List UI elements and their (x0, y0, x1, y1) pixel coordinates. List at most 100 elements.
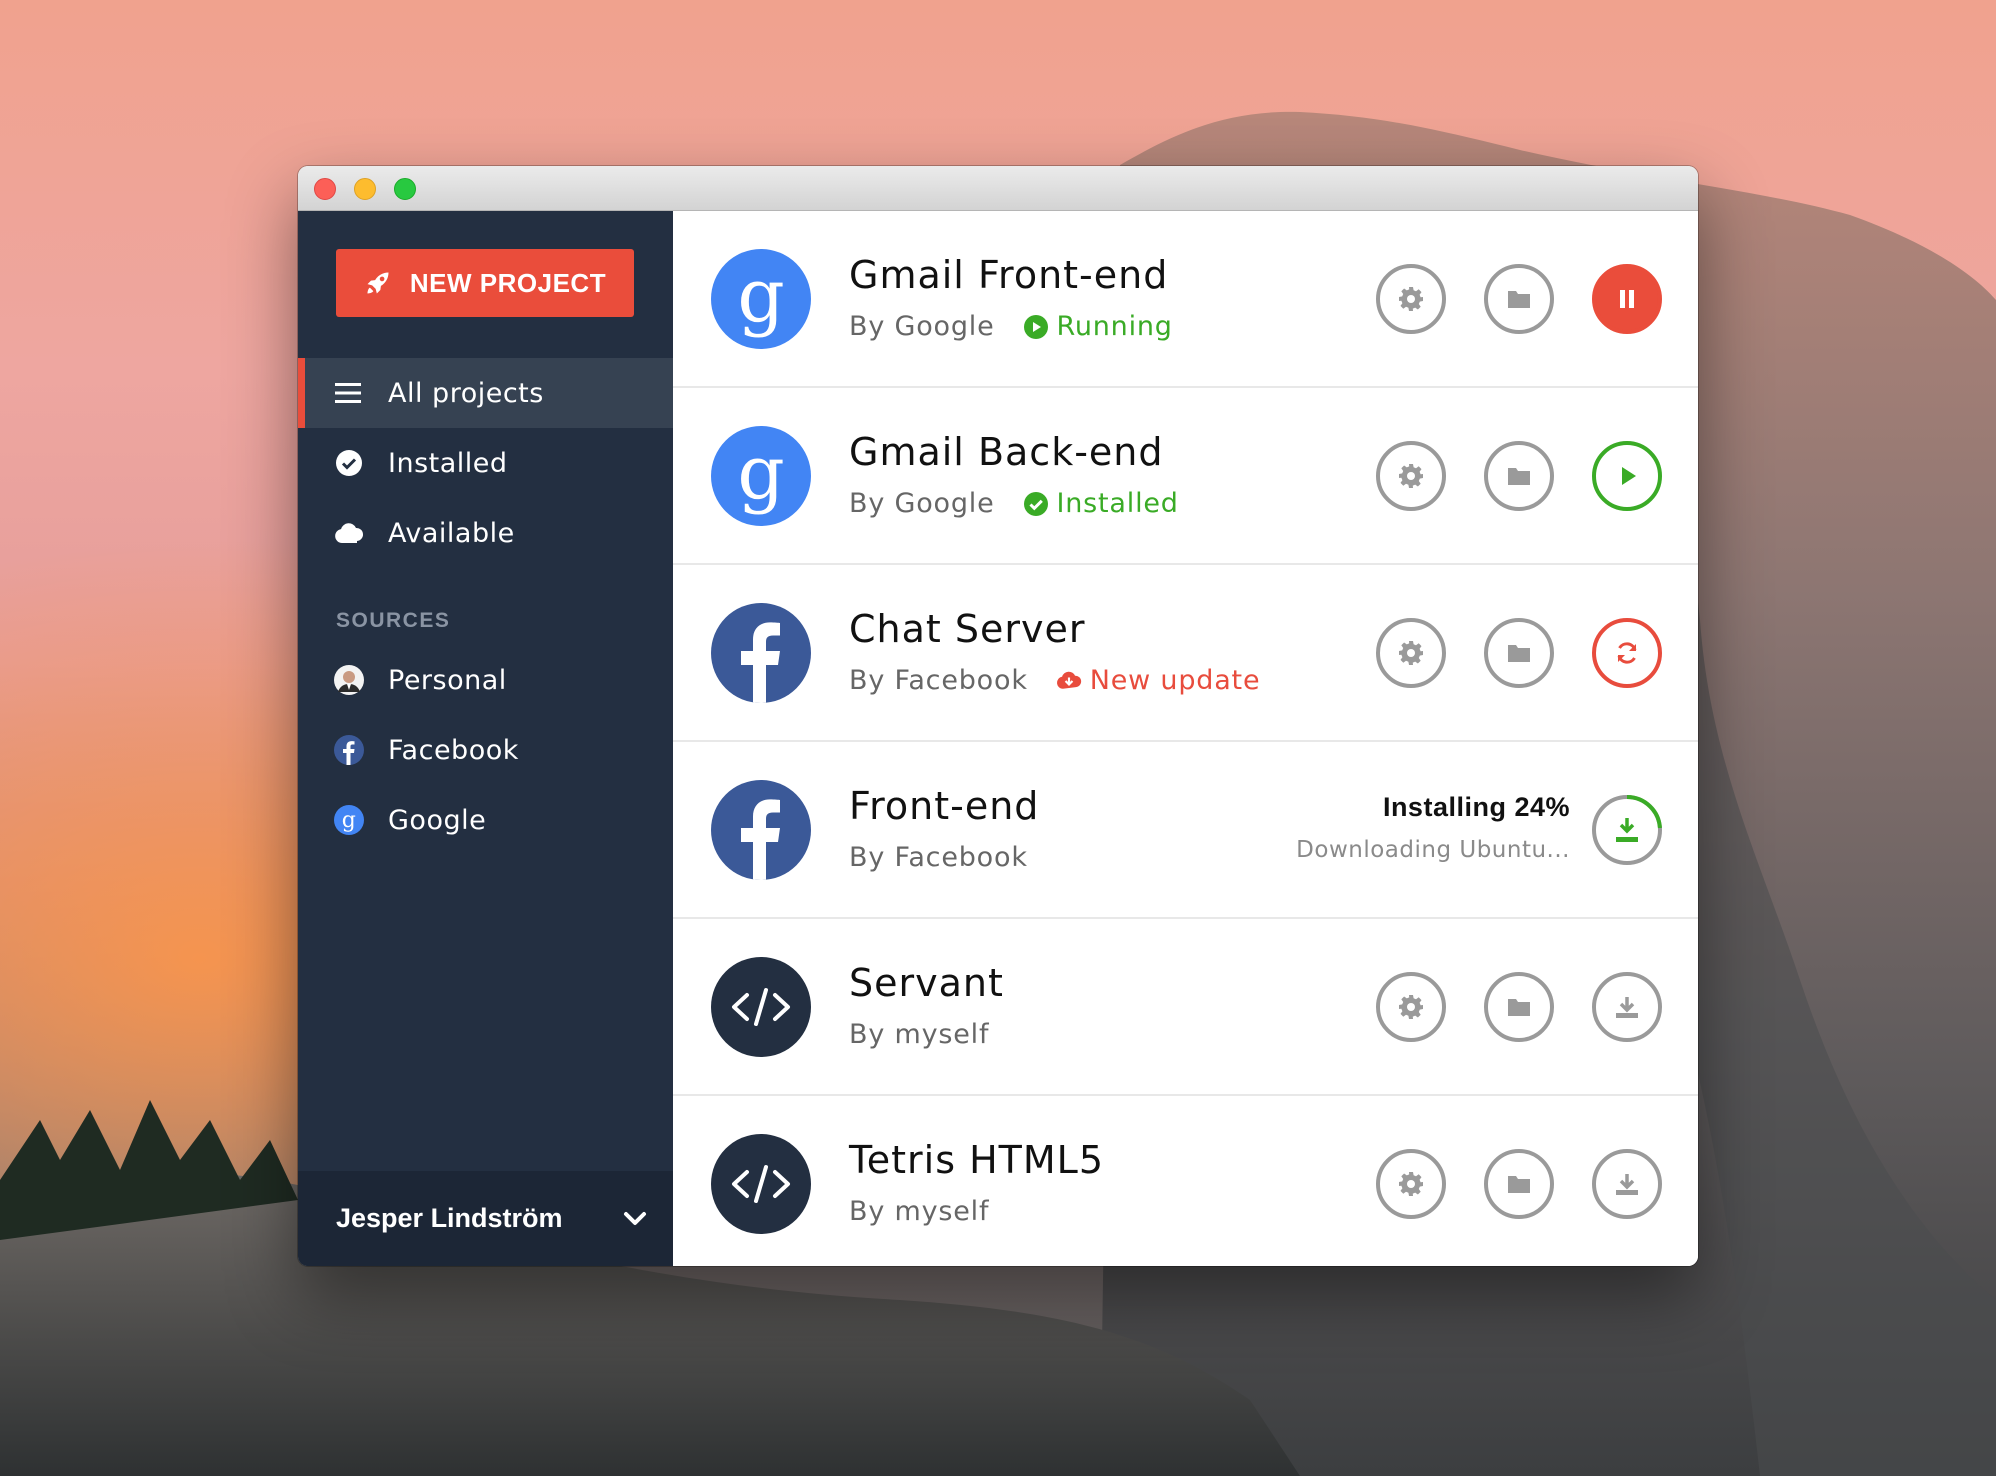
nav-available[interactable]: Available (298, 498, 673, 568)
project-author: By Facebook (849, 842, 1028, 873)
gear-icon (1399, 287, 1423, 311)
settings-button[interactable] (1376, 1149, 1446, 1219)
project-name: Chat Server (849, 607, 1086, 651)
folder-icon (1508, 999, 1530, 1016)
settings-button[interactable] (1376, 972, 1446, 1042)
open-folder-button[interactable] (1484, 618, 1554, 688)
download-icon (1616, 1174, 1638, 1195)
project-author: By myself (849, 1196, 990, 1227)
project-author: By Facebook (849, 665, 1028, 696)
pause-icon (1620, 290, 1634, 308)
gear-icon (1399, 995, 1423, 1019)
project-author: By Google (849, 311, 995, 342)
install-progress-ring[interactable] (1592, 795, 1662, 865)
open-folder-button[interactable] (1484, 441, 1554, 511)
pause-button[interactable] (1592, 264, 1662, 334)
source-facebook[interactable]: Facebook (298, 715, 673, 785)
open-folder-button[interactable] (1484, 264, 1554, 334)
download-button[interactable] (1592, 972, 1662, 1042)
folder-icon (1508, 291, 1530, 308)
sidebar: NEW PROJECT All projects Installed Avail… (298, 211, 673, 1266)
download-button[interactable] (1592, 1149, 1662, 1219)
code-icon (711, 957, 811, 1057)
project-name: Gmail Front-end (849, 253, 1169, 297)
user-name: Jesper Lindström (336, 1203, 563, 1233)
sources-heading: SOURCES (336, 609, 451, 632)
menu-icon (334, 378, 364, 408)
source-label: Facebook (388, 734, 519, 766)
google-logo-icon: g (711, 426, 811, 526)
play-icon (1622, 467, 1636, 485)
user-avatar-icon (334, 665, 364, 695)
project-row[interactable]: Tetris HTML5 By myself (673, 1096, 1698, 1266)
play-button[interactable] (1592, 441, 1662, 511)
gear-icon (1399, 641, 1423, 665)
app-window: NEW PROJECT All projects Installed Avail… (298, 166, 1698, 1266)
open-folder-button[interactable] (1484, 972, 1554, 1042)
settings-button[interactable] (1376, 441, 1446, 511)
svg-text:g: g (737, 253, 784, 339)
new-project-button[interactable]: NEW PROJECT (336, 249, 634, 317)
nav-label: Installed (388, 447, 508, 479)
facebook-logo-icon (711, 780, 811, 880)
project-name: Gmail Back-end (849, 430, 1164, 474)
refresh-icon (1617, 642, 1637, 664)
facebook-icon (334, 735, 364, 765)
new-project-label: NEW PROJECT (409, 267, 607, 298)
settings-button[interactable] (1376, 264, 1446, 334)
download-icon (1616, 997, 1638, 1018)
project-list: g Gmail Front-end By Google Running g Gm… (673, 211, 1698, 1266)
project-author: By myself (849, 1019, 990, 1050)
install-detail: Downloading Ubuntu... (1296, 837, 1570, 863)
source-google[interactable]: g Google (298, 785, 673, 855)
status-badge: Running (1023, 311, 1173, 342)
source-personal[interactable]: Personal (298, 645, 673, 715)
status-text: Running (1056, 311, 1173, 342)
project-row[interactable]: Servant By myself (673, 919, 1698, 1096)
settings-button[interactable] (1376, 618, 1446, 688)
project-row[interactable]: Chat Server By Facebook New update (673, 565, 1698, 742)
folder-icon (1508, 468, 1530, 485)
check-circle-icon (1023, 491, 1048, 516)
status-text: Installed (1056, 488, 1179, 519)
nav-installed[interactable]: Installed (298, 428, 673, 498)
code-icon (711, 1134, 811, 1234)
maximize-window-button[interactable] (394, 178, 416, 200)
title-bar (298, 166, 1698, 211)
update-button[interactable] (1592, 618, 1662, 688)
source-label: Google (388, 804, 487, 836)
google-icon: g (334, 805, 364, 835)
cloud-download-icon (1056, 671, 1081, 689)
status-text: New update (1089, 665, 1261, 696)
status-badge: Installed (1023, 488, 1179, 519)
nav-label: Available (388, 517, 515, 549)
facebook-logo-icon (711, 603, 811, 703)
nav-all-projects[interactable]: All projects (298, 358, 673, 428)
gear-icon (1399, 1172, 1423, 1196)
install-title: Installing 24% (1382, 792, 1570, 822)
rocket-icon (367, 272, 389, 294)
svg-text:g: g (737, 430, 784, 516)
close-window-button[interactable] (314, 178, 336, 200)
project-name: Front-end (849, 784, 1040, 828)
project-name: Tetris HTML5 (849, 1138, 1105, 1182)
project-row[interactable]: g Gmail Front-end By Google Running (673, 211, 1698, 388)
minimize-window-button[interactable] (354, 178, 376, 200)
check-circle-icon (334, 448, 364, 478)
project-author: By Google (849, 488, 995, 519)
user-menu[interactable]: Jesper Lindström (298, 1171, 673, 1266)
folder-icon (1508, 645, 1530, 662)
chevron-down-icon[interactable] (621, 1205, 649, 1233)
cloud-icon (334, 518, 364, 548)
status-badge: New update (1056, 665, 1261, 696)
gear-icon (1399, 464, 1423, 488)
install-status: Installing 24% Downloading Ubuntu... (1296, 792, 1570, 863)
project-name: Servant (849, 961, 1004, 1005)
svg-text:g: g (342, 808, 357, 833)
nav-label: All projects (388, 377, 544, 409)
open-folder-button[interactable] (1484, 1149, 1554, 1219)
project-row[interactable]: g Gmail Back-end By Google Installed (673, 388, 1698, 565)
google-logo-icon: g (711, 249, 811, 349)
project-row[interactable]: Front-end By Facebook Installing 24% Dow… (673, 742, 1698, 919)
folder-icon (1508, 1176, 1530, 1193)
